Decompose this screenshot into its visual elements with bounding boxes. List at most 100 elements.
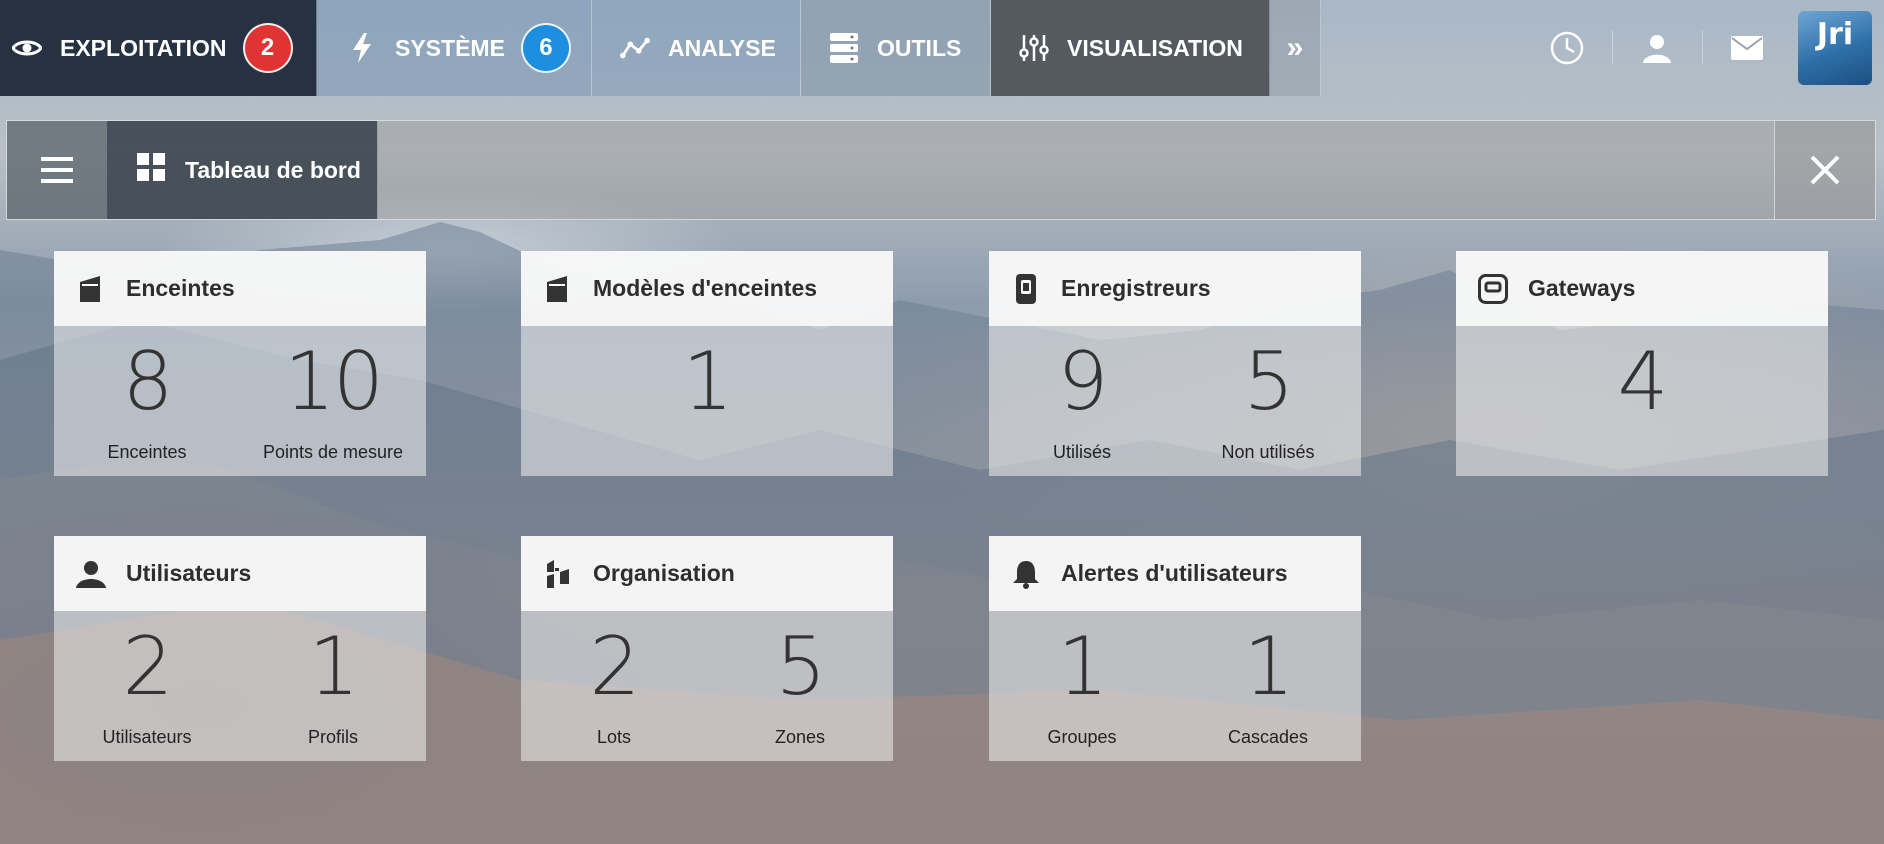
card-body: 2 Utilisateurs 1 Profils [54, 611, 426, 761]
metric-label: Lots [596, 727, 632, 747]
metric-label: Profils [307, 727, 358, 747]
tab-label: SYSTÈME [395, 34, 505, 61]
sliders-icon [1019, 33, 1049, 63]
tab-tableau-de-bord[interactable]: Tableau de bord [107, 121, 378, 219]
metric: 9 Utilisés [989, 326, 1175, 476]
metric-value: 1 [1057, 620, 1109, 713]
metric-value: 8 [122, 335, 174, 428]
tab-label: ANALYSE [668, 34, 776, 61]
account-button[interactable] [1612, 0, 1702, 96]
metric: 2 Utilisateurs [54, 611, 240, 761]
metric: 2 Lots [521, 611, 707, 761]
tab-systeme[interactable]: SYSTÈME 6 [317, 0, 592, 96]
history-button[interactable] [1522, 0, 1612, 96]
metric: 1 Groupes [989, 611, 1175, 761]
metric-value: 1 [682, 335, 734, 428]
metric-value: 10 [284, 335, 384, 428]
card-title: Utilisateurs [126, 560, 252, 586]
line-chart-icon [620, 33, 650, 63]
card-enregistreurs[interactable]: Enregistreurs 9 Utilisés 5 Non utilisés [989, 251, 1361, 476]
metric-label: Utilisateurs [102, 727, 192, 747]
card-header: Modèles d'enceintes [521, 251, 893, 326]
clock-icon [1550, 31, 1584, 65]
tab-label: OUTILS [877, 34, 962, 61]
enclosure-model-icon [543, 272, 573, 306]
metric-value: 2 [122, 620, 174, 713]
eye-icon [12, 33, 42, 63]
card-body: 9 Utilisés 5 Non utilisés [989, 326, 1361, 476]
card-utilisateurs[interactable]: Utilisateurs 2 Utilisateurs 1 Profils [54, 536, 426, 761]
card-title: Alertes d'utilisateurs [1061, 560, 1288, 586]
metric-label: Enceintes [107, 442, 187, 462]
metric-value: 5 [1243, 335, 1295, 428]
tab-label: VISUALISATION [1067, 34, 1243, 61]
tab-label: EXPLOITATION [60, 34, 227, 61]
card-enceintes[interactable]: Enceintes 8 Enceintes 10 Points de mesur… [54, 251, 426, 476]
tab-visualisation[interactable]: VISUALISATION [991, 0, 1270, 96]
close-icon [1810, 155, 1840, 185]
card-header: Enregistreurs [989, 251, 1361, 326]
metric-label: Utilisés [1052, 442, 1111, 462]
card-body: 4 [1456, 326, 1828, 476]
metric-label: Zones [774, 727, 826, 747]
dashboard-grid-icon [137, 153, 165, 187]
menu-button[interactable] [7, 121, 108, 219]
metric-label: Groupes [1047, 727, 1117, 747]
gateway-icon [1478, 272, 1508, 306]
metric-value: 5 [775, 620, 827, 713]
metric-value: 1 [1243, 620, 1295, 713]
card-title: Enceintes [126, 275, 235, 301]
metric: 10 Points de mesure [240, 326, 426, 476]
metric: 5 Non utilisés [1175, 326, 1361, 476]
hamburger-icon [41, 157, 73, 183]
metric: 4 [1456, 326, 1828, 476]
server-icon [829, 33, 859, 63]
logo-text: Jri [1816, 17, 1854, 52]
notification-badge: 6 [520, 23, 571, 73]
metric: 1 Profils [240, 611, 426, 761]
top-navigation-bar: EXPLOITATION 2 SYSTÈME 6 ANALYSE OUTILS … [0, 0, 1884, 96]
metric: 1 [521, 326, 893, 476]
dashboard-header: Tableau de bord [6, 120, 1876, 220]
double-chevron-right-icon: » [1286, 31, 1304, 64]
bell-icon [1011, 557, 1041, 591]
metric-label: Non utilisés [1221, 442, 1315, 462]
card-gateways[interactable]: Gateways 4 [1456, 251, 1828, 476]
header-actions: Jri [1522, 0, 1884, 96]
metric-value: 2 [589, 620, 641, 713]
card-organisation[interactable]: Organisation 2 Lots 5 Zones [521, 536, 893, 761]
metric: 5 Zones [707, 611, 893, 761]
card-body: 8 Enceintes 10 Points de mesure [54, 326, 426, 476]
card-body: 2 Lots 5 Zones [521, 611, 893, 761]
metric-value: 4 [1617, 335, 1669, 428]
dashboard-tab-label: Tableau de bord [185, 156, 361, 183]
card-title: Modèles d'enceintes [593, 275, 818, 301]
card-body: 1 [521, 326, 893, 476]
notification-badge: 2 [242, 23, 293, 73]
metric: 8 Enceintes [54, 326, 240, 476]
metric-value: 9 [1057, 335, 1109, 428]
more-tabs-button[interactable]: » [1270, 0, 1321, 96]
card-alertes-utilisateurs[interactable]: Alertes d'utilisateurs 1 Groupes 1 Casca… [989, 536, 1361, 761]
card-header: Enceintes [54, 251, 426, 326]
jri-logo[interactable]: Jri [1798, 11, 1872, 85]
mail-icon [1731, 36, 1763, 60]
card-header: Organisation [521, 536, 893, 611]
metric: 1 Cascades [1175, 611, 1361, 761]
user-icon [1643, 35, 1671, 63]
card-modeles-enceintes[interactable]: Modèles d'enceintes 1 [521, 251, 893, 476]
organisation-icon [543, 557, 573, 591]
card-title: Gateways [1528, 275, 1636, 301]
lightning-icon [347, 33, 377, 63]
tab-outils[interactable]: OUTILS [801, 0, 991, 96]
tab-exploitation[interactable]: EXPLOITATION 2 [0, 0, 317, 96]
card-title: Enregistreurs [1061, 275, 1211, 301]
close-button[interactable] [1774, 121, 1875, 219]
tab-analyse[interactable]: ANALYSE [592, 0, 801, 96]
card-header: Gateways [1456, 251, 1828, 326]
metric-label: Points de mesure [262, 442, 404, 462]
messages-button[interactable] [1702, 0, 1792, 96]
metric-value: 1 [308, 620, 360, 713]
card-title: Organisation [593, 560, 735, 586]
metric-label: Cascades [1227, 727, 1309, 747]
